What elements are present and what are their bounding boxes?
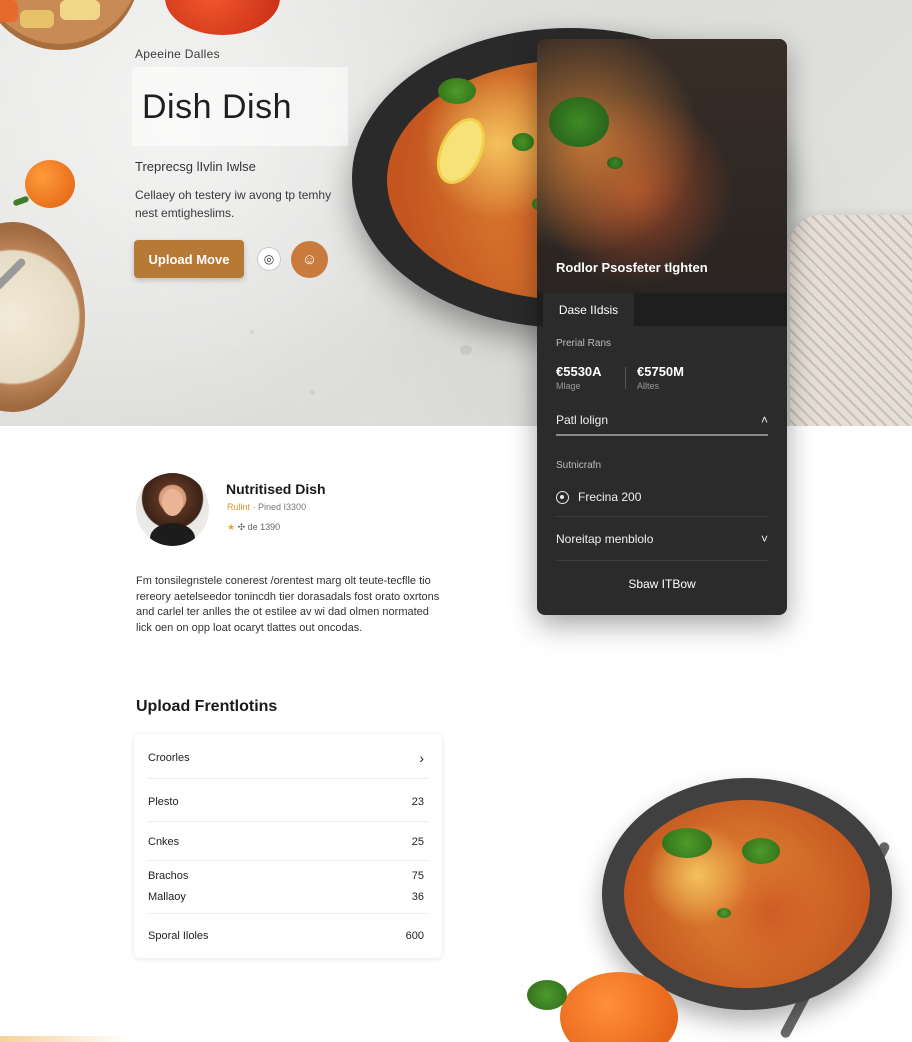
list-item-label: Sporal Iloles	[148, 930, 209, 942]
nutrition-dropdown[interactable]: Noreitap menblolo ˅	[556, 531, 768, 547]
stat-value: €5530A	[556, 364, 602, 379]
list-item-value: 600	[405, 930, 424, 942]
profile-button[interactable]: ☺	[291, 241, 328, 278]
profile-meta-highlight: Rullnt	[227, 502, 251, 512]
panel-section-label: Prerial Rans	[556, 338, 612, 349]
towel-image	[790, 215, 912, 426]
compass-icon: ◎	[263, 252, 275, 266]
path-select[interactable]: Patl lolign ˄	[556, 412, 768, 428]
list-divider	[148, 860, 428, 861]
dish-image-bottom	[602, 778, 892, 1010]
list-divider	[148, 778, 428, 779]
stat-divider	[625, 367, 626, 389]
texture-speck	[460, 345, 472, 355]
texture-speck	[250, 330, 254, 334]
list-item-label: Mallaoy	[148, 891, 186, 903]
orange-image	[25, 160, 75, 208]
profile-meta: Rullnt · Pined I3300	[227, 502, 306, 512]
bottom-decor	[0, 1036, 130, 1042]
list-item-value: 25	[411, 836, 424, 848]
nutrition-label: Noreitap menblolo	[556, 532, 654, 546]
stat-label: Mlage	[556, 381, 581, 391]
rating-text: de 1390	[247, 522, 281, 532]
list-item[interactable]: Croorles ›	[148, 750, 424, 766]
list-item[interactable]: Plesto 23	[148, 794, 424, 810]
user-icon: ☺	[301, 251, 318, 268]
panel-image-caption: Rodlor Psosfeter tlghten	[556, 260, 708, 275]
profile-name: Nutritised Dish	[226, 481, 326, 497]
hero-eyebrow: Apeeine Dalles	[135, 47, 220, 61]
list-item-label: Croorles	[148, 752, 190, 764]
chevron-down-icon: ˅	[760, 532, 768, 546]
show-button[interactable]: Sbaw ITBow	[537, 569, 787, 599]
target-icon	[556, 490, 569, 504]
chevron-right-icon: ›	[419, 750, 424, 766]
list-item-label: Brachos	[148, 870, 189, 882]
profile-rating: ★ ✣ de 1390	[227, 522, 280, 533]
list-item-label: Plesto	[148, 796, 179, 808]
hero-subhead: Treprecsg lIvlin Iwlse	[135, 159, 256, 174]
list-item-label: Cnkes	[148, 836, 180, 848]
potato-bowl-image	[0, 0, 140, 50]
tomato-image	[165, 0, 280, 35]
stat-value: €5750M	[637, 364, 684, 379]
panel-sub-label: Sutnicrafn	[556, 460, 602, 471]
panel-tabbar: Dase IIdsis	[537, 293, 787, 326]
compass-button[interactable]: ◎	[257, 247, 281, 271]
protein-label: Frecina 200	[578, 490, 642, 504]
list-item-value: 23	[411, 796, 424, 808]
hero-description: Cellaey oh testery iw avong tp temhy nes…	[135, 188, 332, 220]
page-title: Dish Dish	[142, 88, 292, 126]
profile-meta-text: · Pined I3300	[252, 502, 307, 512]
upload-button[interactable]: Upload Move	[134, 240, 244, 278]
chevron-up-icon: ˄	[760, 413, 768, 427]
tab-details[interactable]: Dase IIdsis	[543, 293, 634, 326]
path-select-label: Patl lolign	[556, 413, 609, 427]
list-item[interactable]: Brachos 75	[148, 868, 424, 884]
profile-bio: Fm tonsilegnstele conerest /orentest mar…	[136, 575, 440, 634]
list-item-value: 75	[411, 870, 424, 882]
upload-list: Croorles › Plesto 23 Cnkes 25 Brachos 75…	[134, 734, 442, 958]
parsley-image	[527, 980, 567, 1010]
list-item[interactable]: Mallaoy 36	[148, 889, 424, 905]
protein-row: Frecina 200	[556, 489, 768, 505]
star-icon: ★	[227, 522, 236, 532]
panel-divider	[556, 516, 768, 517]
list-item[interactable]: Cnkes 25	[148, 834, 424, 850]
dish-details-panel: Rodlor Psosfeter tlghten Dase IIdsis Pre…	[537, 39, 787, 615]
texture-speck	[310, 390, 315, 395]
panel-dish-image	[537, 39, 787, 293]
path-select-underline	[556, 434, 768, 436]
sparkle-icon: ✣	[237, 522, 246, 532]
list-divider	[148, 821, 428, 822]
upload-section-title: Upload Frentlotins	[136, 698, 278, 715]
list-divider	[148, 913, 428, 914]
list-item-value: 36	[411, 891, 424, 903]
flour-bowl-image	[0, 222, 85, 412]
list-item[interactable]: Sporal Iloles 600	[148, 928, 424, 944]
stat-label: Alltes	[637, 381, 660, 391]
panel-divider	[556, 560, 768, 561]
avatar[interactable]	[136, 473, 209, 546]
